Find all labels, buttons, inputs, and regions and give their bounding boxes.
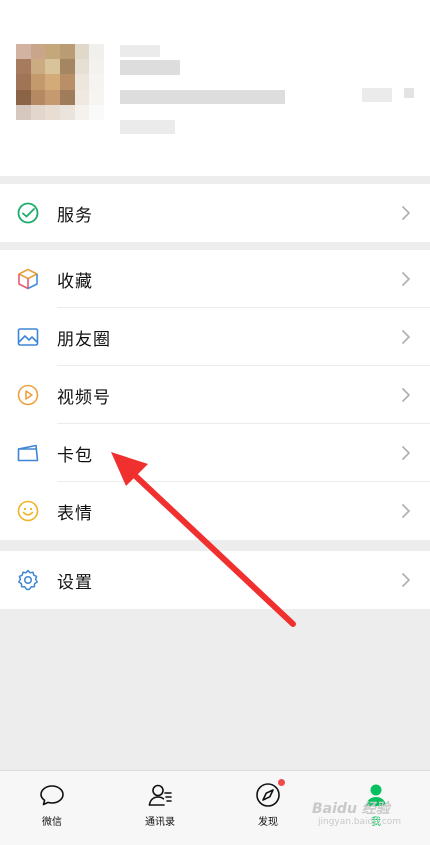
menu-item-moments[interactable]: 朋友圈 bbox=[0, 308, 430, 366]
contacts-icon bbox=[148, 784, 172, 806]
profile-chevron-icon bbox=[404, 88, 414, 98]
menu-item-favorites[interactable]: 收藏 bbox=[0, 250, 430, 308]
tab-label: 发现 bbox=[258, 817, 278, 828]
services-check-icon bbox=[17, 202, 39, 224]
profile-header[interactable] bbox=[0, 0, 430, 176]
watermark-url: jingyan.baidu.com bbox=[318, 817, 402, 827]
chevron-right-icon bbox=[402, 272, 410, 286]
chevron-right-icon bbox=[402, 446, 410, 460]
card-icon bbox=[17, 444, 39, 462]
image-icon bbox=[17, 328, 39, 346]
tab-chats[interactable]: 微信 bbox=[12, 771, 92, 845]
chevron-right-icon bbox=[402, 330, 410, 344]
tab-contacts[interactable]: 通讯录 bbox=[120, 771, 200, 845]
chat-bubble-icon bbox=[40, 785, 64, 806]
menu-item-label: 设置 bbox=[57, 572, 93, 593]
menu-item-label: 收藏 bbox=[57, 271, 93, 292]
chevron-right-icon bbox=[402, 388, 410, 402]
tab-discover[interactable]: 发现 bbox=[228, 771, 308, 845]
menu-item-label: 表情 bbox=[57, 503, 93, 524]
settings-section: 设置 bbox=[0, 551, 430, 609]
menu-item-label: 视频号 bbox=[57, 387, 111, 408]
discover-badge-dot bbox=[278, 779, 285, 786]
nickname-placeholder-ext bbox=[120, 45, 160, 57]
chevron-right-icon bbox=[402, 206, 410, 220]
tab-label: 微信 bbox=[42, 817, 62, 828]
qr-code-placeholder[interactable] bbox=[362, 88, 392, 102]
menu-item-settings[interactable]: 设置 bbox=[0, 551, 430, 609]
cube-icon bbox=[18, 268, 38, 290]
gear-icon bbox=[18, 569, 38, 591]
services-section: 服务 bbox=[0, 184, 430, 242]
menu-item-label: 卡包 bbox=[57, 445, 93, 466]
menu-item-cards[interactable]: 卡包 bbox=[0, 424, 430, 482]
menu-item-services[interactable]: 服务 bbox=[0, 184, 430, 242]
status-placeholder bbox=[120, 120, 175, 134]
menu-item-label: 服务 bbox=[57, 205, 93, 226]
chevron-right-icon bbox=[402, 573, 410, 587]
chevron-right-icon bbox=[402, 504, 410, 518]
tab-label: 通讯录 bbox=[145, 817, 175, 828]
nickname-placeholder bbox=[120, 60, 180, 75]
wechat-id-placeholder bbox=[120, 90, 285, 104]
avatar[interactable] bbox=[16, 44, 104, 120]
smile-icon bbox=[17, 500, 39, 522]
menu-item-channels[interactable]: 视频号 bbox=[0, 366, 430, 424]
menu-item-label: 朋友圈 bbox=[57, 329, 111, 350]
features-section: 收藏 朋友圈 视频号 卡包 表情 bbox=[0, 250, 430, 540]
menu-item-stickers[interactable]: 表情 bbox=[0, 482, 430, 540]
play-circle-icon bbox=[17, 384, 39, 406]
watermark-logo: Baidu 经验 bbox=[312, 801, 390, 817]
compass-icon bbox=[256, 783, 280, 807]
